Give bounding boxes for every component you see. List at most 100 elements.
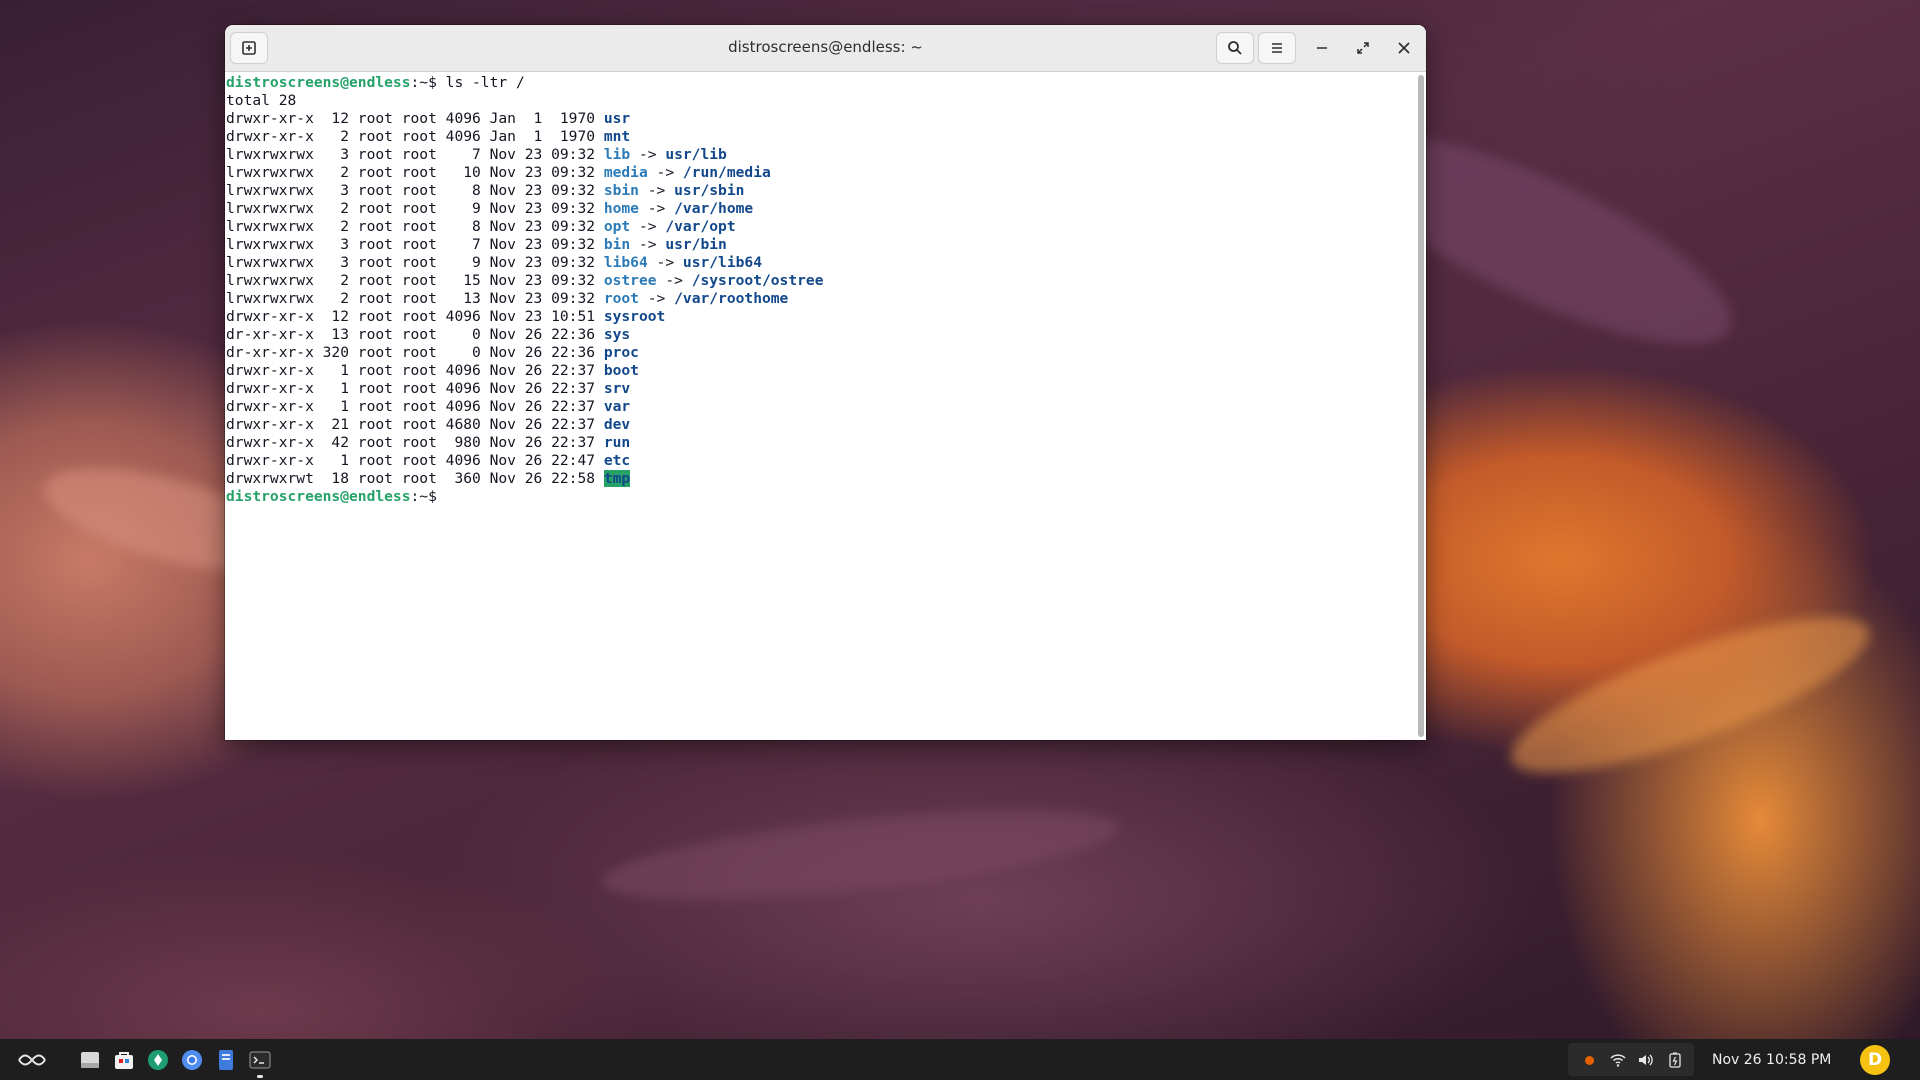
terminal-text: lrwxrwxrwx 3 root root 7 Nov 23 09:32	[226, 146, 604, 163]
terminal-dir-text: /var/opt	[665, 218, 736, 235]
terminal-line: drwxr-xr-x 1 root root 4096 Nov 26 22:37…	[226, 380, 1416, 398]
terminal-text: lrwxrwxrwx 2 root root 15 Nov 23 09:32	[226, 272, 604, 289]
terminal-text: total 28	[226, 92, 297, 109]
minimize-icon	[1317, 47, 1327, 49]
terminal-text: drwxr-xr-x 12 root root 4096 Jan 1 1970	[226, 110, 604, 127]
terminal-text: dr-xr-xr-x 13 root root 0 Nov 26 22:36	[226, 326, 604, 343]
terminal-link-text: opt	[603, 218, 631, 235]
search-icon	[1228, 41, 1242, 55]
terminal-text: :~$ ls -ltr /	[410, 74, 525, 91]
terminal-line: dr-xr-xr-x 13 root root 0 Nov 26 22:36 s…	[226, 326, 1416, 344]
terminal-line: drwxr-xr-x 1 root root 4096 Nov 26 22:37…	[226, 398, 1416, 416]
taskbar: Nov 26 10:58 PM D	[0, 1039, 1920, 1080]
terminal-text: lrwxrwxrwx 2 root root 8 Nov 23 09:32	[226, 218, 604, 235]
app-center-icon[interactable]	[112, 1048, 136, 1072]
terminal-link-text: lib64	[603, 254, 648, 271]
terminal-dir-text: sys	[603, 326, 631, 343]
terminal-dir-text: usr	[603, 110, 631, 127]
wifi-icon[interactable]	[1609, 1051, 1627, 1069]
terminal-line: lrwxrwxrwx 2 root root 9 Nov 23 09:32 ho…	[226, 200, 1416, 218]
terminal-text: ->	[647, 164, 683, 181]
terminal-link-text: bin	[603, 236, 631, 253]
terminal-line: drwxr-xr-x 42 root root 980 Nov 26 22:37…	[226, 434, 1416, 452]
terminal-dir-text: proc	[603, 344, 639, 361]
terminal-line: drwxrwxrwt 18 root root 360 Nov 26 22:58…	[226, 470, 1416, 488]
terminal-dir-text: usr/bin	[665, 236, 727, 253]
desktop-button[interactable]	[14, 1047, 50, 1073]
clock[interactable]: Nov 26 10:58 PM	[1712, 1050, 1842, 1070]
files-app-icon[interactable]	[78, 1048, 102, 1072]
terminal-link-text: lib	[603, 146, 631, 163]
terminal-text: ->	[656, 272, 692, 289]
terminal-dir-text: run	[603, 434, 631, 451]
terminal-link-text: sbin	[603, 182, 639, 199]
hamburger-menu-icon	[1272, 43, 1282, 53]
terminal-tmpdir-text: tmp	[603, 470, 631, 487]
terminal-line: lrwxrwxrwx 2 root root 13 Nov 23 09:32 r…	[226, 290, 1416, 308]
terminal-dir-text: mnt	[603, 128, 631, 145]
terminal-link-text: media	[603, 164, 648, 181]
endless-key-icon[interactable]	[146, 1048, 170, 1072]
terminal-text: lrwxrwxrwx 2 root root 13 Nov 23 09:32	[226, 290, 604, 307]
terminal-line: lrwxrwxrwx 3 root root 7 Nov 23 09:32 bi…	[226, 236, 1416, 254]
terminal-text: dr-xr-xr-x 320 root root 0 Nov 26 22:36	[226, 344, 604, 361]
chromium-icon[interactable]	[180, 1048, 204, 1072]
terminal-link-text: home	[603, 200, 639, 217]
terminal-text: ->	[647, 254, 683, 271]
terminal-dir-text: usr/lib64	[682, 254, 762, 271]
terminal-window: distroscreens@endless: ~ distroscreens@e…	[225, 25, 1426, 740]
avatar: D	[1860, 1045, 1890, 1075]
terminal-text: ->	[630, 218, 666, 235]
terminal-dir-text: /run/media	[682, 164, 771, 181]
terminal-line: distroscreens@endless:~$ ls -ltr /	[226, 74, 1416, 92]
terminal-dir-text: /sysroot/ostree	[691, 272, 824, 289]
terminal-line: total 28	[226, 92, 1416, 110]
terminal-line: lrwxrwxrwx 2 root root 15 Nov 23 09:32 o…	[226, 272, 1416, 290]
terminal-text: lrwxrwxrwx 3 root root 8 Nov 23 09:32	[226, 182, 604, 199]
terminal-line: drwxr-xr-x 1 root root 4096 Nov 26 22:47…	[226, 452, 1416, 470]
terminal-output[interactable]: distroscreens@endless:~$ ls -ltr / total …	[225, 72, 1416, 740]
terminal-dir-text: usr/sbin	[674, 182, 745, 199]
endless-logo-icon	[18, 1054, 46, 1066]
terminal-line: lrwxrwxrwx 3 root root 7 Nov 23 09:32 li…	[226, 146, 1416, 164]
terminal-dir-text: dev	[603, 416, 631, 433]
terminal-icon[interactable]	[248, 1048, 272, 1072]
terminal-dir-text: var	[603, 398, 631, 415]
terminal-line: lrwxrwxrwx 3 root root 8 Nov 23 09:32 sb…	[226, 182, 1416, 200]
terminal-text: ->	[630, 146, 666, 163]
terminal-text: lrwxrwxrwx 3 root root 7 Nov 23 09:32	[226, 236, 604, 253]
terminal-text: ->	[638, 290, 675, 307]
terminal-text: drwxr-xr-x 12 root root 4096 Nov 23 10:5…	[226, 308, 604, 325]
terminal-line: lrwxrwxrwx 3 root root 9 Nov 23 09:32 li…	[226, 254, 1416, 272]
running-indicator	[257, 1075, 263, 1078]
terminal-dir-text: srv	[603, 380, 631, 397]
maximize-button[interactable]	[1347, 32, 1379, 64]
terminal-line: drwxr-xr-x 12 root root 4096 Nov 23 10:5…	[226, 308, 1416, 326]
close-icon	[1398, 42, 1410, 54]
terminal-dir-text: etc	[603, 452, 631, 469]
terminal-line: drwxr-xr-x 2 root root 4096 Jan 1 1970 m…	[226, 128, 1416, 146]
notification-dot-icon[interactable]	[1584, 1055, 1594, 1065]
terminal-dir-text: boot	[603, 362, 639, 379]
terminal-text: drwxr-xr-x 1 root root 4096 Nov 26 22:37	[226, 380, 604, 397]
terminal-line: lrwxrwxrwx 2 root root 10 Nov 23 09:32 m…	[226, 164, 1416, 182]
battery-icon[interactable]	[1666, 1051, 1684, 1069]
text-editor-icon[interactable]	[214, 1048, 238, 1072]
terminal-link-text: root	[603, 290, 639, 307]
terminal-prompt-text: distroscreens@endless	[226, 74, 411, 91]
terminal-text: drwxr-xr-x 42 root root 980 Nov 26 22:37	[226, 434, 604, 451]
search-button[interactable]	[1216, 32, 1254, 64]
terminal-line: lrwxrwxrwx 2 root root 8 Nov 23 09:32 op…	[226, 218, 1416, 236]
menu-button[interactable]	[1258, 32, 1296, 64]
close-button[interactable]	[1388, 32, 1420, 64]
volume-icon[interactable]	[1637, 1051, 1655, 1069]
terminal-text: ->	[638, 200, 675, 217]
terminal-prompt-text: distroscreens@endless	[226, 488, 411, 505]
user-avatar-button[interactable]: D	[1860, 1045, 1890, 1075]
terminal-dir-text: sysroot	[603, 308, 666, 325]
terminal-line: distroscreens@endless:~$	[226, 488, 1416, 506]
terminal-dir-text: /var/roothome	[674, 290, 789, 307]
minimize-button[interactable]	[1306, 32, 1338, 64]
terminal-scrollbar[interactable]	[1418, 75, 1424, 737]
terminal-text: drwxr-xr-x 1 root root 4096 Nov 26 22:37	[226, 398, 604, 415]
